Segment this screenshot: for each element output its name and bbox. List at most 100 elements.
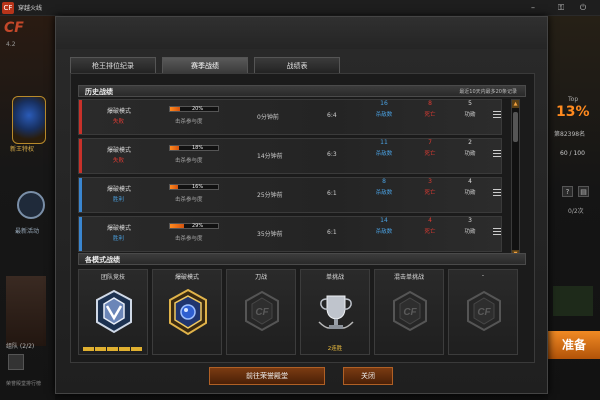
book-icon[interactable]: ▤ [578,186,589,197]
participation-fill [170,146,179,150]
deaths-value: 7 [428,139,432,146]
cf-locked-icon: CF [463,288,505,336]
participation-label: 击杀参与度 [175,119,203,125]
history-row[interactable]: 爆破模式 失败 18% 击杀参与度 14分钟前 6:3 11 杀敌数 7 死亡 2 功勋 [78,138,502,174]
merit-label: 功勋 [464,112,476,118]
background-left-panel: CF 4.2 新王特权 最新活动 组队 (2/2) 荣誉殿堂排行榜 [0,16,55,400]
deaths-label: 死亡 [424,112,436,118]
close-button[interactable]: 关闭 [343,367,393,385]
mode-card[interactable]: - CF [448,269,518,355]
deaths-value: 3 [428,178,432,185]
participation-label: 击杀参与度 [175,236,203,242]
history-scrollbar[interactable]: ▲ ▼ [511,99,520,259]
rank-emblem-icon[interactable] [12,96,46,144]
kills-value: 8 [382,178,386,185]
kills-stat: 11 杀敌数 [369,139,399,157]
go-hall-of-honor-button[interactable]: 前往荣誉殿堂 [209,367,325,385]
key-icon[interactable]: ⚿ [556,3,566,13]
mode-name: 爆破模式 [107,108,132,115]
row-menu-icon[interactable] [493,228,501,236]
tab-season-record[interactable]: 赛季战绩 [162,57,248,73]
mode-card-value: 2连胜 [327,346,343,352]
deaths-stat: 4 死亡 [415,217,445,235]
mode-card[interactable]: 单挑战 2连胜 [300,269,370,355]
participation-label: 击杀参与度 [175,158,203,164]
participation-bar: 20% [169,106,219,112]
participation-bar: 18% [169,145,219,151]
silver-rank-icon [93,288,135,336]
svg-text:CF: CF [255,307,269,318]
mode-card-label: - [481,272,485,279]
minimize-icon[interactable]: – [528,3,538,13]
kills-label: 杀敌数 [375,151,393,157]
participation-percent: 16% [192,184,204,190]
top-percent: 13% [556,104,590,120]
merit-stat: 2 功勋 [455,139,485,157]
trophy-icon [315,288,357,336]
result-edge [79,139,82,173]
participation-percent: 18% [192,145,204,151]
dialog-header [56,17,547,49]
kills-value: 16 [380,100,388,107]
match-result: 失败 [113,119,125,125]
participation-bar: 16% [169,184,219,190]
merit-value: 5 [468,100,472,107]
participation-fill [170,185,178,189]
cf-locked-icon: CF [389,288,431,336]
season-record-dialog: 枪王排位纪录 赛季战绩 战绩表 历史战绩 最近10天内最多20条记录 爆破模式失… [55,16,548,394]
kills-label: 杀敌数 [375,112,393,118]
row-menu-icon[interactable] [493,150,501,158]
bg-label-privilege: 新王特权 [10,146,35,153]
result-edge [79,178,82,212]
row-menu-icon[interactable] [493,111,501,119]
merit-stat: 4 功勋 [455,178,485,196]
tab-ranked-record[interactable]: 枪王排位纪录 [70,57,156,73]
rank-pip [107,347,118,351]
mode-cards: 团队竞技 爆破模式 刀战 CF 单挑战 2连胜 混击单挑战 CF - CF [78,269,526,355]
power-icon[interactable]: ⏻ [578,3,588,13]
team-slot[interactable] [8,354,24,370]
bg-decoration [553,286,593,316]
scroll-thumb[interactable] [513,112,518,142]
mode-card-label: 刀战 [254,274,267,281]
scroll-up-icon[interactable]: ▲ [512,100,519,108]
history-row[interactable]: 爆破模式 胜利 16% 击杀参与度 25分钟前 6:1 8 杀敌数 3 死亡 4 功勋 [78,177,502,213]
deaths-label: 死亡 [424,190,436,196]
xp-text: 60 / 100 [560,150,585,157]
tab-score-table[interactable]: 战绩表 [254,57,340,73]
match-score: 6:4 [327,112,337,119]
mode-card[interactable]: 爆破模式 [152,269,222,355]
brand-logo: CF [4,20,24,36]
svg-text:CF: CF [403,307,417,318]
participation-fill [170,224,184,228]
merit-stat: 3 功勋 [455,217,485,235]
count-text: 0/2次 [568,208,584,215]
window-title: 穿越火线 [18,5,43,12]
history-row[interactable]: 爆破模式 失败 20% 击杀参与度 0分钟前 6:4 16 杀敌数 8 死亡 5 功勋 [78,99,502,135]
row-menu-icon[interactable] [493,189,501,197]
history-section-header: 历史战绩 最近10天内最多20条记录 [78,85,526,97]
history-row[interactable]: 爆破模式 胜利 29% 击杀参与度 35分钟前 6:1 14 杀敌数 4 死亡 3 功勋 [78,216,502,252]
help-icon[interactable]: ? [562,186,573,197]
match-result: 胜利 [113,236,125,242]
mode-name: 爆破模式 [107,186,132,193]
deaths-label: 死亡 [424,151,436,157]
participation-bar: 29% [169,223,219,229]
app-logo-icon: CF [2,2,14,14]
globe-icon[interactable] [17,191,45,219]
match-time: 25分钟前 [257,192,283,199]
ready-button[interactable]: 准备 [548,331,600,359]
kills-label: 杀敌数 [375,190,393,196]
mode-card[interactable]: 混击单挑战 CF [374,269,444,355]
rank-pip [119,347,130,351]
kills-value: 11 [380,139,388,146]
mode-card[interactable]: 团队竞技 [78,269,148,355]
match-time: 0分钟前 [257,114,279,121]
merit-label: 功勋 [464,229,476,235]
gold-rank-icon [167,288,209,336]
modes-section-header: 各模式战绩 [78,253,526,265]
bg-footer-link[interactable]: 荣誉殿堂排行榜 [6,380,41,387]
character-avatar [6,276,46,346]
mode-card[interactable]: 刀战 CF [226,269,296,355]
cf-locked-icon: CF [241,288,283,336]
